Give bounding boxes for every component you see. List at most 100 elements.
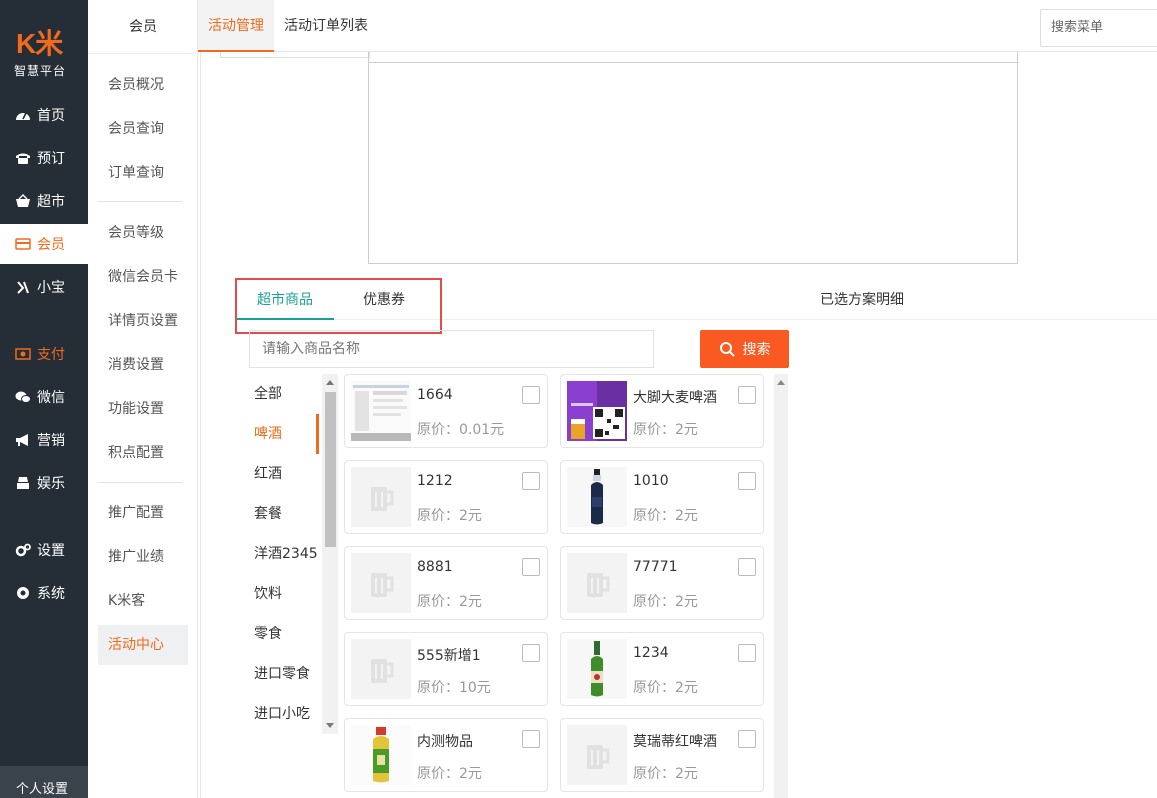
product-card[interactable]: 大脚大麦啤酒 原价：2元 — [560, 374, 764, 448]
submenu-item[interactable]: 微信会员卡 — [98, 257, 188, 297]
personal-settings-button[interactable]: 个人设置 — [0, 766, 88, 798]
product-price: 原价：2元 — [633, 422, 698, 438]
submenu-item[interactable]: 订单查询 — [98, 153, 188, 193]
product-price: 原价：2元 — [417, 766, 482, 782]
product-name: 1234 — [633, 645, 669, 661]
submenu-item[interactable]: 会员查询 — [98, 109, 188, 149]
category-item[interactable]: 套餐 — [254, 494, 282, 534]
product-checkbox[interactable] — [738, 644, 756, 662]
beer-placeholder-icon — [567, 725, 627, 785]
product-checkbox[interactable] — [522, 472, 540, 490]
product-card[interactable]: 555新增1 原价：10元 — [344, 632, 548, 706]
submenu-item[interactable]: K米客 — [98, 581, 188, 621]
submenu-item[interactable]: 积点配置 — [98, 433, 188, 473]
selected-plan-title: 已选方案明细 — [820, 292, 904, 308]
product-name: 8881 — [417, 559, 453, 575]
product-card[interactable]: 1664 原价：0.01元 — [344, 374, 548, 448]
category-scrollbar[interactable] — [322, 374, 338, 734]
entertainment-icon — [17, 477, 29, 489]
product-checkbox[interactable] — [522, 644, 540, 662]
search-menu-input[interactable]: 搜索菜单 — [1040, 9, 1157, 47]
product-card[interactable]: 1234 原价：2元 — [560, 632, 764, 706]
member-submenu: 会员 会员概况 会员查询 订单查询 会员等级 微信会员卡 详情页设置 消费设置 … — [88, 0, 198, 798]
product-card[interactable]: 莫瑞蒂红啤酒 原价：2元 — [560, 718, 764, 792]
product-checkbox[interactable] — [522, 558, 540, 576]
category-item[interactable]: 红酒 — [254, 454, 282, 494]
tab-activity-management[interactable]: 活动管理 — [198, 0, 274, 52]
product-card[interactable]: 1212 原价：2元 — [344, 460, 548, 534]
beer-placeholder-icon — [351, 639, 411, 699]
product-price: 原价：2元 — [417, 594, 482, 610]
category-item[interactable]: 全部 — [254, 374, 282, 414]
nav-item-entertainment[interactable]: 娱乐 — [0, 463, 88, 503]
product-name: 1010 — [633, 473, 669, 489]
submenu-item[interactable]: 会员等级 — [98, 213, 188, 253]
product-checkbox[interactable] — [738, 386, 756, 404]
nav-item-home[interactable]: 首页 — [0, 95, 88, 135]
nav-item-booking[interactable]: 预订 — [0, 138, 88, 178]
product-card[interactable]: 1010 原价：2元 — [560, 460, 764, 534]
category-item[interactable]: 零食 — [254, 614, 282, 654]
product-image — [567, 639, 627, 699]
nav-item-market[interactable]: 超市 — [0, 181, 88, 221]
product-search-input[interactable]: 请输入商品名称 — [249, 330, 654, 368]
submenu-title: 会员 — [88, 0, 198, 54]
wechat-icon — [15, 391, 31, 403]
product-image — [567, 381, 627, 441]
product-checkbox[interactable] — [738, 472, 756, 490]
submenu-item[interactable]: 消费设置 — [98, 345, 188, 385]
submenu-item-activity-center[interactable]: 活动中心 — [98, 625, 188, 665]
product-card[interactable]: 8881 原价：2元 — [344, 546, 548, 620]
product-checkbox[interactable] — [738, 558, 756, 576]
category-item[interactable]: 进口小吃 — [254, 694, 310, 732]
submenu-item[interactable]: 功能设置 — [98, 389, 188, 429]
nav-item-member[interactable]: 会员 — [0, 224, 88, 264]
category-item-active[interactable]: 啤酒 — [254, 414, 282, 454]
rich-text-editor[interactable] — [368, 52, 1018, 264]
submenu-item[interactable]: 推广业绩 — [98, 537, 188, 577]
scroll-up-arrow-icon[interactable] — [777, 380, 785, 385]
nav-label: 营销 — [37, 433, 65, 449]
nav-label: 首页 — [37, 108, 65, 124]
product-card[interactable]: 内测物品 原价：2元 — [344, 718, 548, 792]
dashboard-icon — [16, 112, 30, 120]
product-checkbox[interactable] — [522, 386, 540, 404]
product-name: 555新增1 — [417, 648, 481, 664]
nav-item-settings[interactable]: 设置 — [0, 530, 88, 570]
product-image — [351, 381, 411, 441]
product-name: 77771 — [633, 559, 678, 575]
highlight-annotation — [235, 278, 442, 334]
product-grid: 1664 原价：0.01元 大脚大麦啤酒 原价：2元 1212 原价：2元 10… — [344, 374, 774, 798]
nav-item-system[interactable]: 系统 — [0, 573, 88, 613]
phone-icon — [16, 153, 30, 164]
product-checkbox[interactable] — [738, 730, 756, 748]
beer-placeholder-icon — [351, 467, 411, 527]
app-logo[interactable]: K米 智慧平台 — [0, 0, 88, 90]
submenu-item[interactable]: 推广配置 — [98, 493, 188, 533]
product-checkbox[interactable] — [522, 730, 540, 748]
product-grid-scrollbar[interactable] — [774, 374, 788, 798]
search-button[interactable]: 搜索 — [700, 330, 789, 368]
scroll-up-arrow-icon[interactable] — [326, 380, 334, 385]
nav-item-marketing[interactable]: 营销 — [0, 420, 88, 460]
tab-activity-orders[interactable]: 活动订单列表 — [274, 0, 378, 52]
nav-label: 支付 — [37, 347, 65, 363]
category-item[interactable]: 洋酒2345 — [254, 534, 318, 574]
product-card[interactable]: 77771 原价：2元 — [560, 546, 764, 620]
nav-item-wechat[interactable]: 微信 — [0, 377, 88, 417]
xiaobao-icon — [17, 281, 29, 294]
submenu-item[interactable]: 会员概况 — [98, 65, 188, 105]
scroll-down-arrow-icon[interactable] — [326, 723, 334, 728]
submenu-item[interactable]: 详情页设置 — [98, 301, 188, 341]
scrollbar-thumb[interactable] — [325, 392, 336, 547]
product-price: 原价：2元 — [633, 766, 698, 782]
nav-item-payment[interactable]: 支付 — [0, 334, 88, 374]
product-price: 原价：2元 — [633, 680, 698, 696]
product-price: 原价：2元 — [417, 508, 482, 524]
search-button-label: 搜索 — [742, 342, 771, 358]
category-item[interactable]: 进口零食 — [254, 654, 310, 694]
main-sidebar: K米 智慧平台 首页 预订 超市 会员 小宝 支付 微信 营销 娱乐 设置 系统… — [0, 0, 88, 798]
nav-item-xiaobao[interactable]: 小宝 — [0, 267, 88, 307]
category-item[interactable]: 饮料 — [254, 574, 282, 614]
submenu-divider — [98, 201, 183, 202]
